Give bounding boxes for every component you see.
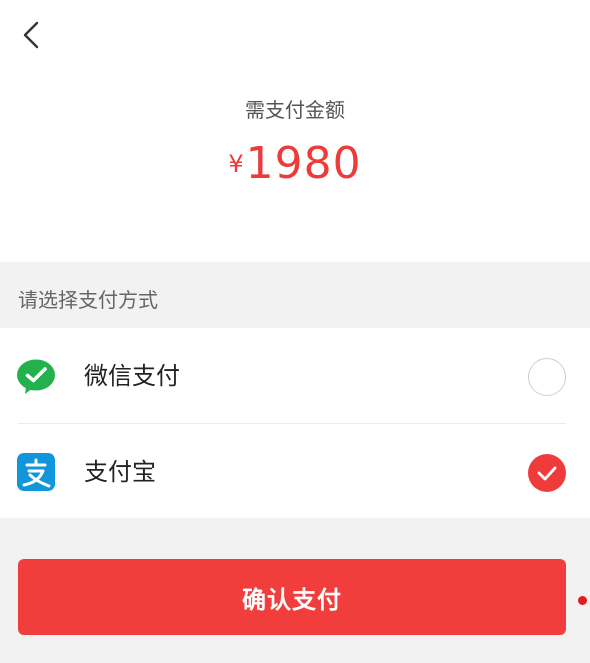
payment-summary: 需支付金额 ¥1980 <box>0 0 590 262</box>
amount-display: ¥1980 <box>0 142 590 186</box>
payment-option-label: 支付宝 <box>84 458 156 486</box>
chevron-left-icon <box>23 21 39 49</box>
amount-value: 1980 <box>245 138 362 189</box>
payment-option-label: 微信支付 <box>84 362 180 390</box>
check-icon <box>537 466 557 481</box>
back-button[interactable] <box>14 18 48 52</box>
payment-method-title: 请选择支付方式 <box>18 288 158 312</box>
wechat-pay-icon <box>17 359 55 394</box>
alipay-icon <box>17 453 55 491</box>
footer-area: 确认支付 <box>0 518 590 663</box>
payment-option-wechat[interactable]: 微信支付 <box>0 328 590 424</box>
payment-option-alipay[interactable]: 支付宝 <box>0 424 590 519</box>
payment-method-list: 微信支付 支付宝 <box>0 328 590 518</box>
notification-dot <box>578 596 587 605</box>
amount-label: 需支付金额 <box>245 98 345 122</box>
payment-option-radio[interactable] <box>528 358 566 396</box>
currency-symbol: ¥ <box>228 150 244 178</box>
confirm-payment-button[interactable]: 确认支付 <box>18 559 566 635</box>
payment-option-radio[interactable] <box>528 454 566 492</box>
payment-method-header: 请选择支付方式 <box>0 262 590 328</box>
